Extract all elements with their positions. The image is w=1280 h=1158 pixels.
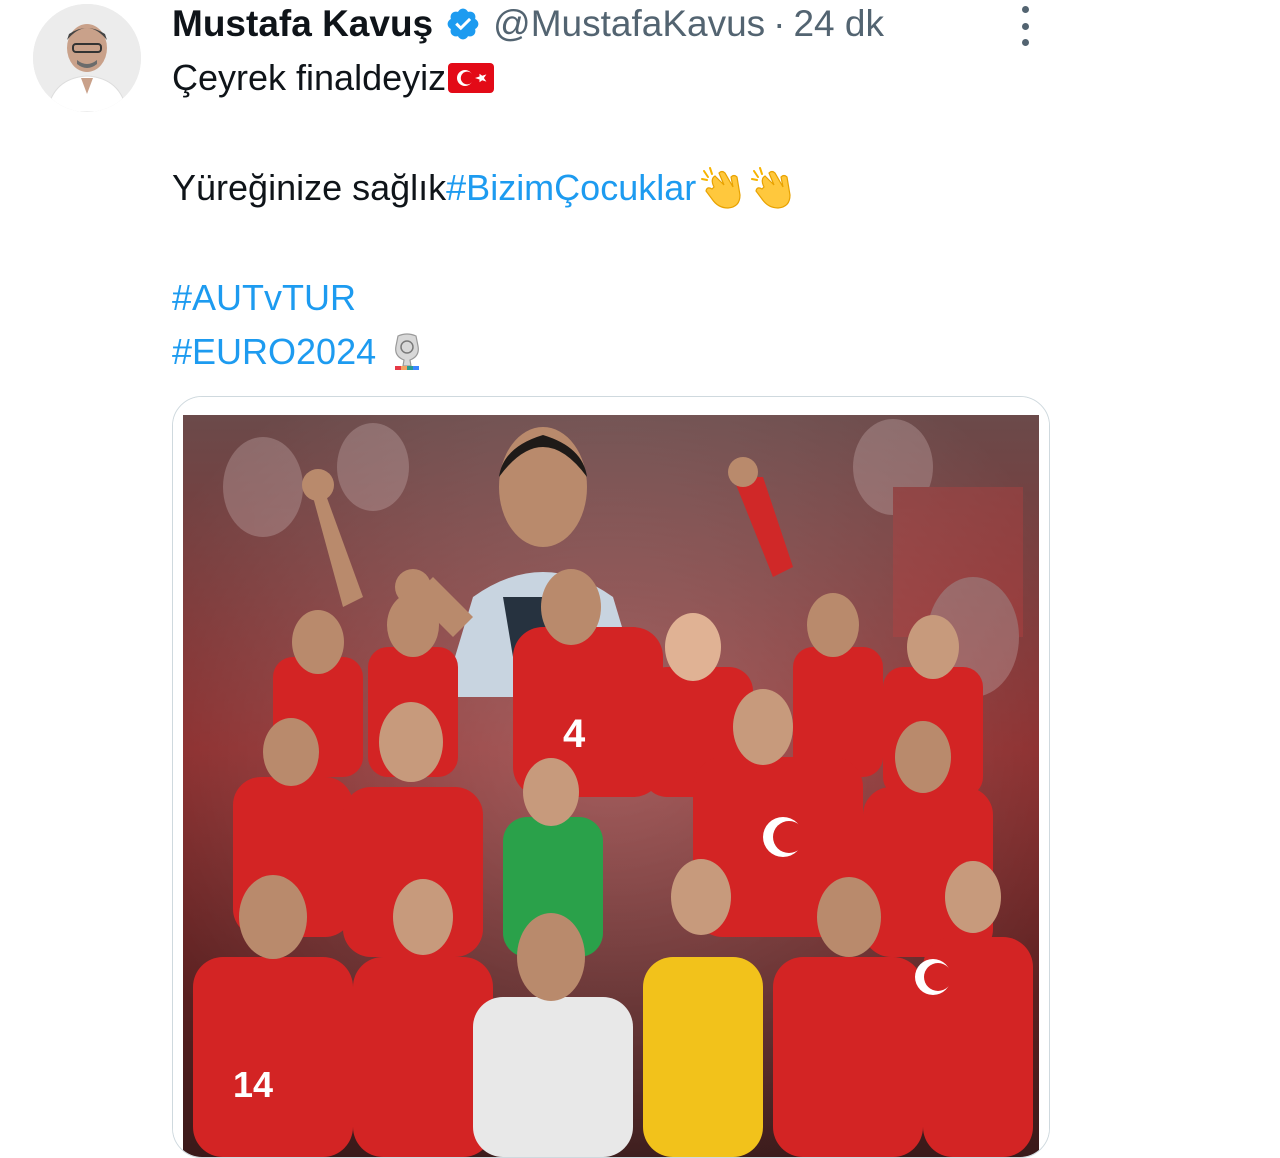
clapping-hands-icon: [701, 167, 741, 209]
euro2024-trophy-icon: [395, 333, 420, 370]
author-name[interactable]: Mustafa Kavuş: [172, 3, 433, 45]
tweet-text: Yüreğinize sağlık: [172, 167, 447, 208]
tweet-header: Mustafa Kavuş @MustafaKavus · 24 dk: [172, 0, 884, 48]
clapping-hands-icon: [751, 167, 791, 209]
more-dot: [1021, 39, 1029, 46]
more-dots-icon[interactable]: [1010, 6, 1040, 46]
author-avatar[interactable]: [33, 4, 141, 112]
verified-badge-icon: [447, 8, 479, 40]
hashtag-link[interactable]: #EURO2024: [172, 328, 376, 376]
hashtag-link[interactable]: #BizimÇocuklar: [446, 164, 696, 212]
tweet-text: Çeyrek finaldeyiz: [172, 57, 447, 98]
tweet-timestamp[interactable]: 24 dk: [793, 3, 884, 45]
svg-text:4: 4: [563, 712, 586, 756]
avatar-photo: [33, 4, 141, 112]
more-dot: [1021, 22, 1029, 30]
team-poster-image: 4 14: [173, 397, 1049, 1157]
author-handle[interactable]: @MustafaKavus: [493, 3, 765, 45]
tweet-text-line-3: #AUTvTUR: [172, 274, 356, 322]
tweet-text-line-2: Yüreğinize sağlık #BizimÇocuklar: [172, 164, 796, 212]
tweet-media[interactable]: 4 14: [172, 396, 1050, 1158]
tweet-text-line-1: Çeyrek finaldeyiz: [172, 54, 495, 102]
tweet-text-line-4: #EURO2024: [172, 328, 424, 376]
turkey-flag-icon: [448, 63, 495, 93]
hashtag-link[interactable]: #AUTvTUR: [172, 274, 356, 322]
more-dot: [1021, 6, 1029, 13]
svg-text:14: 14: [233, 1064, 273, 1105]
separator-dot: ·: [773, 3, 786, 44]
